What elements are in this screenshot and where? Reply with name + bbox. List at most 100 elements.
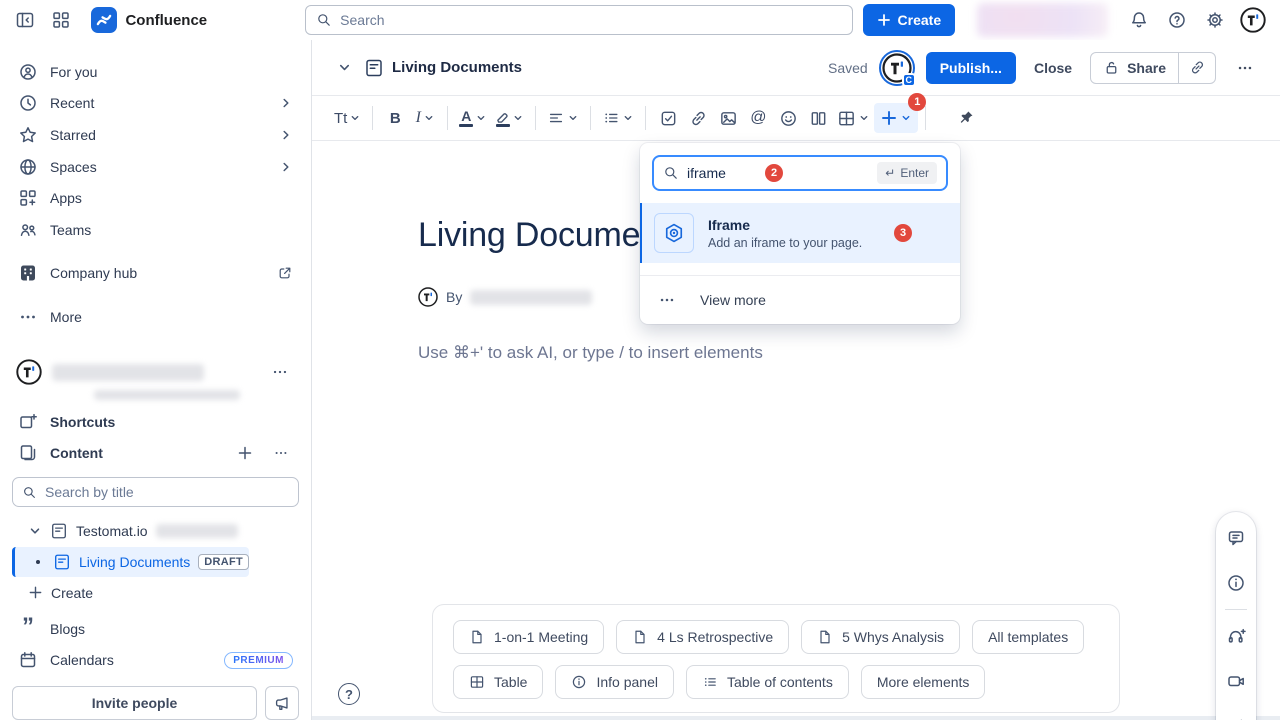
insert-elements-button[interactable]: 1: [874, 103, 918, 133]
table-button[interactable]: [833, 103, 874, 133]
notifications-button[interactable]: [1124, 5, 1154, 35]
sidebar-item-teams[interactable]: Teams: [12, 214, 299, 246]
columns-icon: [809, 109, 828, 128]
alignment-button[interactable]: [543, 103, 583, 133]
emoji-button[interactable]: [773, 103, 803, 133]
calendars-label: Calendars: [50, 652, 212, 668]
highlight-color-button[interactable]: [491, 103, 528, 133]
content-add-button[interactable]: [233, 441, 257, 465]
layouts-button[interactable]: [803, 103, 833, 133]
annotation-badge-3: 3: [894, 224, 912, 242]
collapse-sidebar-button[interactable]: [10, 5, 40, 35]
sidebar-item-more[interactable]: More: [12, 301, 299, 333]
app-name: Confluence: [125, 12, 207, 29]
template-icon: [632, 629, 648, 645]
template-4ls-retrospective[interactable]: 4 Ls Retrospective: [616, 620, 789, 654]
bold-button[interactable]: B: [380, 103, 410, 133]
sidebar-item-calendars[interactable]: Calendars PREMIUM: [12, 644, 299, 676]
comments-button[interactable]: [1223, 525, 1249, 551]
clock-icon: [18, 93, 38, 113]
more-elements-button[interactable]: More elements: [861, 665, 986, 699]
chevron-down-icon: [349, 112, 361, 124]
lists-button[interactable]: [598, 103, 638, 133]
chevron-right-icon: [279, 128, 293, 142]
tree-item-label: Living Documents: [79, 554, 190, 570]
redacted-banner: [977, 3, 1108, 37]
help-button[interactable]: [1162, 5, 1192, 35]
close-button[interactable]: Close: [1030, 60, 1076, 76]
all-templates-button[interactable]: All templates: [972, 620, 1084, 654]
page-info-button[interactable]: [1223, 570, 1249, 596]
insert-table-button[interactable]: Table: [453, 665, 543, 699]
sidebar-item-for-you[interactable]: For you: [12, 56, 299, 88]
sidebar-item-recent[interactable]: Recent: [12, 88, 299, 120]
sidebar-item-blogs[interactable]: ” Blogs: [12, 613, 299, 645]
chevron-right-icon: [279, 160, 293, 174]
template-icon: [469, 629, 485, 645]
sidebar-item-company-hub[interactable]: Company hub: [12, 257, 299, 289]
global-search-input[interactable]: [340, 12, 841, 28]
element-search-input[interactable]: [687, 165, 757, 181]
divider: [645, 106, 646, 130]
task-button[interactable]: [653, 103, 683, 133]
editor-placeholder[interactable]: Use ⌘+' to ask AI, or type / to insert e…: [418, 343, 1280, 363]
settings-button[interactable]: [1200, 5, 1230, 35]
space-more-button[interactable]: [265, 357, 295, 387]
video-button[interactable]: [1223, 668, 1249, 694]
announce-button[interactable]: [1223, 713, 1249, 720]
template-1on1-meeting[interactable]: 1-on-1 Meeting: [453, 620, 604, 654]
tree-item-living-documents[interactable]: Living Documents DRAFT: [12, 547, 249, 577]
feedback-button[interactable]: [265, 686, 299, 720]
result-iframe[interactable]: Iframe Add an iframe to your page. 3: [640, 203, 960, 263]
sidebar-item-starred[interactable]: Starred: [12, 119, 299, 151]
table-icon: [837, 109, 856, 128]
confluence-logo[interactable]: Confluence: [91, 7, 207, 33]
page-more-button[interactable]: [1230, 53, 1260, 83]
globe-icon: [18, 157, 38, 177]
copy-link-button[interactable]: [1179, 53, 1215, 83]
pin-toolbar-button[interactable]: [951, 103, 981, 133]
author-avatar: [418, 287, 438, 307]
sidebar-item-spaces[interactable]: Spaces: [12, 151, 299, 183]
space-header[interactable]: [12, 357, 299, 389]
mention-button[interactable]: @: [743, 103, 773, 133]
editor-help-button[interactable]: ?: [338, 683, 360, 705]
sidebar-shortcuts[interactable]: Shortcuts: [12, 406, 299, 438]
content-search-input[interactable]: [45, 484, 289, 500]
sidebar-content[interactable]: Content: [12, 438, 299, 470]
support-button[interactable]: [1223, 623, 1249, 649]
sidebar-item-apps[interactable]: Apps: [12, 182, 299, 214]
ellipsis-icon: [271, 363, 289, 381]
tree-item-parent[interactable]: Testomat.io: [12, 517, 238, 545]
template-5-whys-analysis[interactable]: 5 Whys Analysis: [801, 620, 960, 654]
create-button[interactable]: Create: [863, 4, 956, 36]
video-camera-icon: [1226, 671, 1246, 691]
insert-link-button[interactable]: [683, 103, 713, 133]
ellipsis-icon: [1236, 59, 1254, 77]
global-search[interactable]: [305, 5, 852, 35]
sidebar-footer: Invite people: [12, 676, 299, 720]
publish-button[interactable]: Publish...: [926, 52, 1016, 84]
breadcrumb-expand-button[interactable]: [332, 56, 356, 80]
building-icon: [18, 263, 38, 283]
insert-info-panel-button[interactable]: Info panel: [555, 665, 674, 699]
profile-avatar[interactable]: [1238, 5, 1268, 35]
italic-button[interactable]: I: [410, 103, 440, 133]
italic-label: I: [416, 109, 421, 127]
share-button[interactable]: Share: [1091, 53, 1178, 83]
space-name-redacted: [52, 364, 204, 381]
text-style-button[interactable]: Tt: [330, 103, 365, 133]
content-more-button[interactable]: [269, 441, 293, 465]
text-color-button[interactable]: A: [455, 103, 491, 133]
content-search[interactable]: [12, 477, 299, 507]
app-switcher-button[interactable]: [46, 5, 76, 35]
invite-people-button[interactable]: Invite people: [12, 686, 257, 720]
collaborator-avatar[interactable]: C: [882, 53, 912, 83]
view-more-button[interactable]: View more: [640, 275, 960, 324]
chevron-down-icon: [900, 112, 912, 124]
element-search[interactable]: 2 ↵ Enter: [652, 155, 948, 191]
premium-badge: PREMIUM: [224, 652, 293, 669]
tree-create-button[interactable]: Create: [12, 579, 93, 607]
insert-image-button[interactable]: [713, 103, 743, 133]
insert-toc-button[interactable]: Table of contents: [686, 665, 849, 699]
